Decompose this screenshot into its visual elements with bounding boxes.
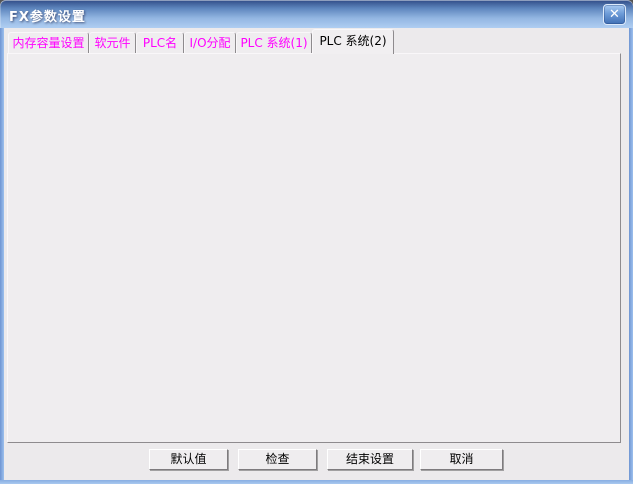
tab-memory-capacity[interactable]: 内存容量设置 (8, 32, 89, 53)
plc-system2-tab-page (7, 53, 621, 443)
window-border-left (0, 28, 4, 484)
title-bar: FX参数设置 ✕ (0, 0, 633, 28)
cancel-button[interactable]: 取消 (420, 449, 503, 470)
close-icon: ✕ (609, 7, 620, 22)
default-button[interactable]: 默认值 (149, 449, 228, 470)
tab-io-assignment[interactable]: I/O分配 (184, 32, 236, 53)
fx-parameter-dialog: FX参数设置 ✕ 内存容量设置 软元件 PLC名 I/O分配 PLC 系统(1)… (0, 0, 633, 484)
check-button[interactable]: 检查 (238, 449, 317, 470)
finish-setup-button[interactable]: 结束设置 (327, 449, 413, 470)
tab-plc-name[interactable]: PLC名 (136, 32, 184, 53)
tab-plc-system-1[interactable]: PLC 系统(1) (236, 32, 312, 53)
tab-plc-system-2[interactable]: PLC 系统(2) (312, 29, 394, 54)
close-button[interactable]: ✕ (603, 4, 626, 25)
window-title: FX参数设置 (9, 6, 86, 25)
tab-device[interactable]: 软元件 (89, 32, 136, 53)
window-border-right (629, 28, 633, 484)
window-border-bottom (0, 480, 633, 484)
